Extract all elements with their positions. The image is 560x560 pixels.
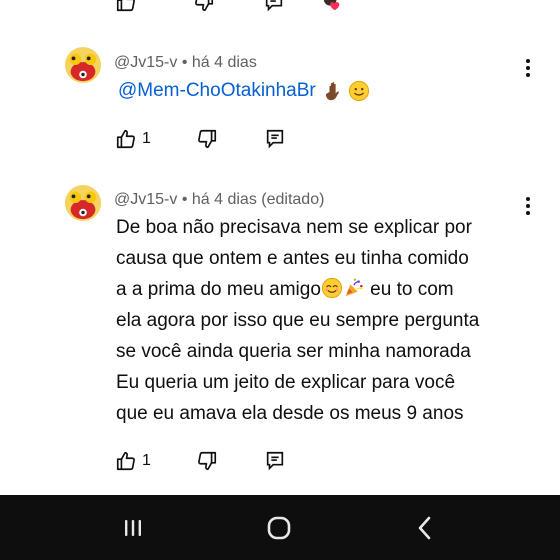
avatar[interactable] (64, 46, 102, 84)
comment-line-segment: a a prima do meu amigo (116, 279, 321, 300)
comment-actions: 1 (114, 126, 287, 152)
thumb-up-icon[interactable] (114, 127, 138, 151)
author-name[interactable]: @Jv15-v (114, 54, 177, 71)
previous-comment-actions (114, 0, 344, 14)
comment-text: @Mem-ChoOtakinhaBr (118, 80, 370, 102)
comment-line: ela agora por isso que eu sempre pergunt… (116, 310, 480, 331)
comment-line: Eu queria um jeito de explicar para você (116, 372, 456, 393)
thumb-down-icon[interactable] (195, 127, 219, 151)
comment-reply-1: @Jv15-v • há 4 dias @Mem-ChoOtakinhaBr 1 (0, 46, 560, 166)
comment-line: De boa não precisava nem se explicar por (116, 217, 472, 238)
comment-line: causa que ontem e antes eu tinha comido (116, 248, 469, 269)
creator-heart-icon (320, 0, 344, 14)
smiling-eyes-emoji (321, 277, 343, 299)
comment-line: se você ainda queria ser minha namorada (116, 341, 471, 362)
more-options-icon[interactable] (516, 56, 540, 80)
comment-time: há 4 dias (191, 54, 257, 71)
comment-line-with-emoji: a a prima do meu amigo eu to com (116, 274, 536, 305)
thumb-down-icon[interactable] (195, 449, 219, 473)
like-count: 1 (142, 452, 151, 469)
meta-separator: • (181, 191, 188, 208)
home-icon[interactable] (262, 511, 296, 545)
thumb-up-icon[interactable] (114, 449, 138, 473)
author-name[interactable]: @Jv15-v (114, 191, 177, 208)
party-popper-emoji (343, 277, 365, 299)
comment-line-segment: eu to com (364, 279, 454, 300)
mention-link[interactable]: @Mem-ChoOtakinhaBr (118, 80, 316, 102)
comment-actions: 1 (114, 448, 287, 474)
comment-text: De boa não precisava nem se explicar por… (116, 212, 536, 429)
comment-time: há 4 dias (editado) (191, 191, 325, 208)
comment-meta: @Jv15-v • há 4 dias (editado) (114, 191, 324, 209)
slightly-smiling-emoji (348, 80, 370, 102)
reply-icon[interactable] (263, 127, 287, 151)
reply-icon[interactable] (262, 0, 286, 14)
recent-apps-icon[interactable] (116, 511, 150, 545)
system-navigation-bar (0, 495, 560, 560)
waving-hand-dark-skin-emoji (324, 80, 346, 102)
avatar[interactable] (64, 184, 102, 222)
thumb-down-icon[interactable] (192, 0, 216, 14)
comment-line: que eu amava ela desde os meus 9 anos (116, 403, 464, 424)
back-icon[interactable] (408, 511, 442, 545)
comment-reply-2: @Jv15-v • há 4 dias (editado) De boa não… (0, 184, 560, 484)
meta-separator: • (181, 54, 188, 71)
thumb-up-icon[interactable] (114, 0, 138, 14)
like-count: 1 (142, 130, 151, 147)
reply-icon[interactable] (263, 449, 287, 473)
comment-meta: @Jv15-v • há 4 dias (114, 54, 257, 72)
